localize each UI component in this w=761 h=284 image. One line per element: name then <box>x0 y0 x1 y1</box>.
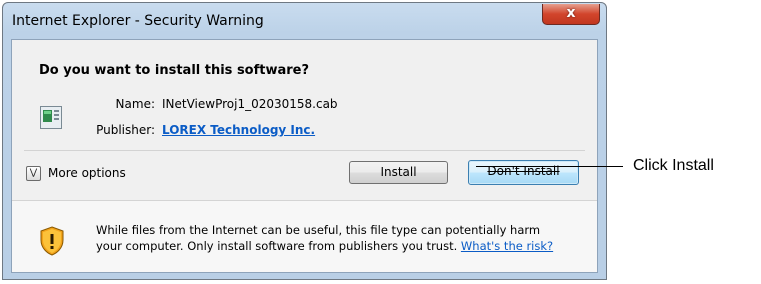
more-options-label[interactable]: More options <box>48 166 126 180</box>
name-value: INetViewProj1_02030158.cab <box>162 97 338 111</box>
callout-line <box>476 166 623 167</box>
warning-line-1: While files from the Internet can be use… <box>96 223 541 237</box>
close-icon: x <box>566 5 576 21</box>
callout-label: Click Install <box>633 157 714 174</box>
close-button[interactable]: x <box>542 4 600 25</box>
security-warning-dialog: Internet Explorer - Security Warning x D… <box>2 2 607 280</box>
publisher-label: Publisher: <box>96 123 155 137</box>
dialog-body: Do you want to install this software? Na… <box>11 39 598 273</box>
name-label: Name: <box>115 97 155 111</box>
file-icon <box>40 106 62 129</box>
chevron-down-icon[interactable]: ⋁ <box>26 166 41 181</box>
shield-warning-icon <box>40 226 64 256</box>
divider <box>24 150 585 151</box>
window-title: Internet Explorer - Security Warning <box>12 13 264 29</box>
warning-line-2: your computer. Only install software fro… <box>96 239 458 253</box>
warning-text: While files from the Internet can be use… <box>96 222 596 254</box>
dont-install-button[interactable]: Don't Install <box>468 160 579 185</box>
dialog-heading: Do you want to install this software? <box>39 63 310 78</box>
warning-panel: While files from the Internet can be use… <box>12 200 597 272</box>
whats-the-risk-link[interactable]: What's the risk? <box>461 239 553 253</box>
publisher-link[interactable]: LOREX Technology Inc. <box>162 123 315 137</box>
install-button[interactable]: Install <box>349 161 448 184</box>
title-bar: Internet Explorer - Security Warning x <box>3 3 606 39</box>
